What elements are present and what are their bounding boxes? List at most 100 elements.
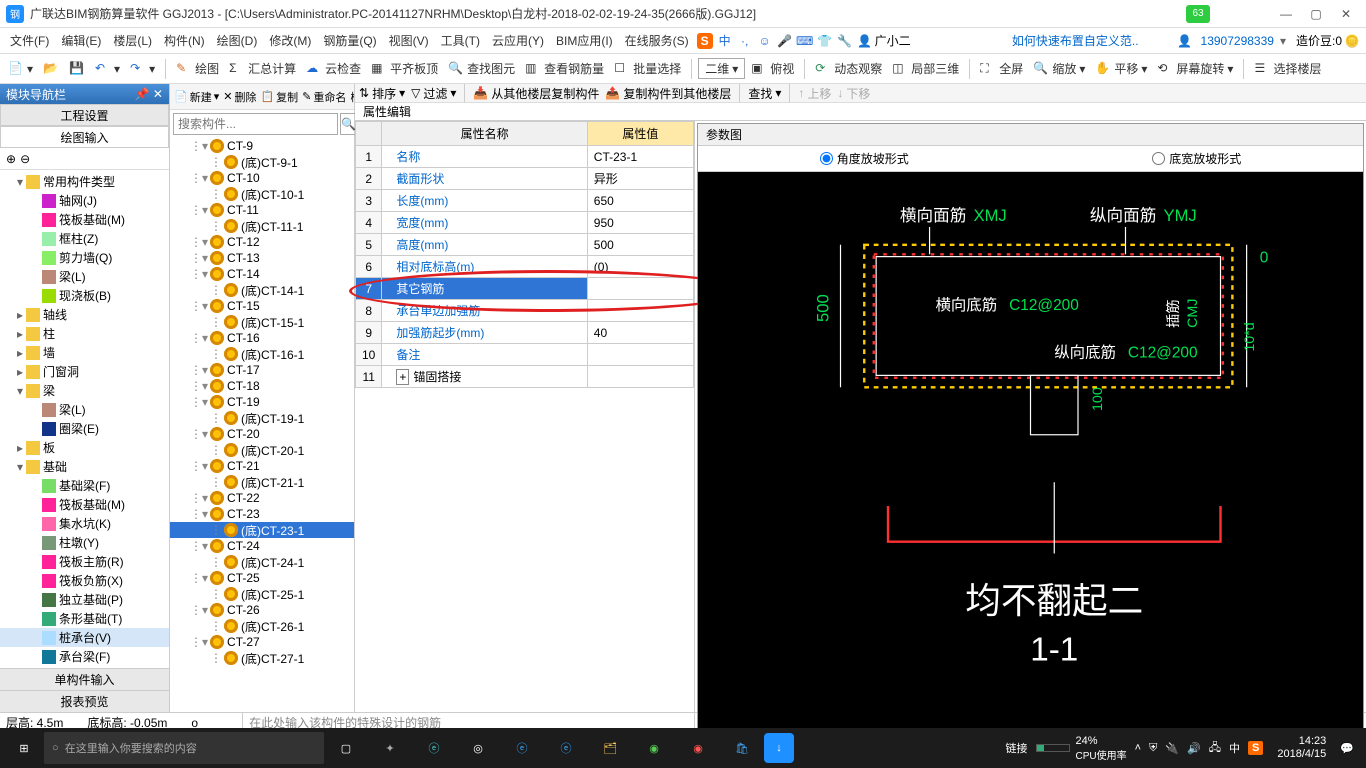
app8-icon[interactable]: ◉ (676, 728, 720, 768)
nav-tree[interactable]: ▾常用构件类型轴网(J)筏板基础(M)框柱(Z)剪力墙(Q)梁(L)现浇板(B)… (0, 170, 169, 668)
component-item[interactable]: ⋮▾ CT-16 (170, 330, 354, 346)
component-item[interactable]: ⋮▾ CT-9 (170, 138, 354, 154)
zoom-button[interactable]: 🔍缩放 ▾ (1029, 58, 1089, 79)
component-item[interactable]: ⋮(底)CT-15-1 (170, 314, 354, 330)
component-item[interactable]: ⋮▾ CT-19 (170, 394, 354, 410)
wrench-icon[interactable]: 🔧 (837, 33, 853, 49)
menu-file[interactable]: 文件(F) (4, 32, 55, 49)
cloud-check-button[interactable]: ☁云检查 (302, 58, 365, 79)
component-item[interactable]: ⋮(底)CT-27-1 (170, 650, 354, 666)
component-item[interactable]: ⋮(底)CT-10-1 (170, 186, 354, 202)
nav-item[interactable]: ▸板 (0, 438, 169, 457)
app7-icon[interactable]: ◉ (632, 728, 676, 768)
close-button[interactable]: ✕ (1332, 4, 1360, 24)
menu-tools[interactable]: 工具(T) (435, 32, 486, 49)
edge-classic-icon[interactable]: ⓔ (412, 728, 456, 768)
menu-modify[interactable]: 修改(M) (263, 32, 317, 49)
nav-item[interactable]: ▸门窗洞 (0, 362, 169, 381)
property-row[interactable]: 1名称CT-23-1 (356, 146, 694, 168)
pin-icon[interactable]: 📌 ✕ (135, 87, 163, 101)
move-up-button[interactable]: ↑上移 (798, 85, 831, 102)
user-icon[interactable]: 👤 (857, 33, 873, 49)
copy-to-button[interactable]: 📤复制构件到其他楼层 (605, 85, 731, 102)
nav-tab-draw[interactable]: 绘图输入 (0, 126, 169, 148)
component-item[interactable]: ⋮▾ CT-20 (170, 426, 354, 442)
component-tree[interactable]: ⋮▾ CT-9⋮(底)CT-9-1⋮▾ CT-10⋮(底)CT-10-1⋮▾ C… (170, 138, 354, 712)
property-row[interactable]: 9加强筋起步(mm)40 (356, 322, 694, 344)
property-row[interactable]: 6相对底标高(m)(0) (356, 256, 694, 278)
view-rebar-button[interactable]: ▥查看钢筋量 (521, 58, 608, 79)
app3-icon[interactable]: ◎ (456, 728, 500, 768)
lang-icon[interactable]: 中 (717, 33, 733, 49)
keyboard-icon[interactable]: ⌨ (797, 33, 813, 49)
component-item[interactable]: ⋮(底)CT-9-1 (170, 154, 354, 170)
cpu-widget[interactable]: 24%CPU使用率 (1036, 735, 1127, 762)
find-button[interactable]: 查找▾ (748, 85, 781, 102)
collapse-icon[interactable]: ⊖ (20, 152, 30, 166)
tray-network-icon[interactable]: 🖧 (1209, 739, 1221, 758)
property-row[interactable]: 4宽度(mm)950 (356, 212, 694, 234)
tray-volume-icon[interactable]: 🔊 (1187, 742, 1201, 755)
new-doc-button[interactable]: 📄▾ (4, 59, 37, 79)
taskbar-search[interactable]: ○ 在这里输入你要搜索的内容 (44, 732, 324, 764)
radio-angle[interactable]: 角度放坡形式 (820, 150, 909, 167)
ie-icon[interactable]: ⓔ (544, 728, 588, 768)
account-icon[interactable]: 👤 (1177, 33, 1193, 49)
redo-button[interactable]: ↷▾ (126, 59, 159, 79)
nav-item[interactable]: 基础梁(F) (0, 476, 169, 495)
menu-online[interactable]: 在线服务(S) (619, 32, 695, 49)
component-item[interactable]: ⋮(底)CT-26-1 (170, 618, 354, 634)
nav-item[interactable]: 框柱(Z) (0, 229, 169, 248)
nav-tab-project[interactable]: 工程设置 (0, 104, 169, 126)
pan-button[interactable]: ✋平移 ▾ (1091, 58, 1151, 79)
nav-item[interactable]: 独立基础(P) (0, 590, 169, 609)
account-number[interactable]: 13907298339 (1195, 34, 1280, 48)
component-item[interactable]: ⋮(底)CT-14-1 (170, 282, 354, 298)
nav-item[interactable]: 剪力墙(Q) (0, 248, 169, 267)
component-item[interactable]: ⋮▾ CT-14 (170, 266, 354, 282)
explorer-icon[interactable]: 🗂 (588, 728, 632, 768)
nav-item[interactable]: ▸柱 (0, 324, 169, 343)
tray-clock[interactable]: 14:232018/4/15 (1271, 735, 1332, 761)
rotate-button[interactable]: ⟲屏幕旋转 ▾ (1153, 58, 1237, 79)
dynamic-view-button[interactable]: ⟳动态观察 (811, 58, 886, 79)
menu-bim[interactable]: BIM应用(I) (550, 32, 619, 49)
shirt-icon[interactable]: 👕 (817, 33, 833, 49)
nav-item[interactable]: 轴网(J) (0, 191, 169, 210)
component-item[interactable]: ⋮▾ CT-17 (170, 362, 354, 378)
tray-power-icon[interactable]: 🔌 (1165, 742, 1179, 755)
2d-select[interactable]: 二维 ▾ (698, 58, 745, 79)
component-item[interactable]: ⋮▾ CT-13 (170, 250, 354, 266)
fullscreen-button[interactable]: ⛶全屏 (976, 58, 1027, 79)
delete-component-button[interactable]: ✕删除 (223, 89, 256, 105)
new-component-button[interactable]: 📄新建▾ (174, 89, 219, 105)
nav-item[interactable]: 梁(L) (0, 267, 169, 286)
nav-item[interactable]: ▸轴线 (0, 305, 169, 324)
component-item[interactable]: ⋮(底)CT-20-1 (170, 442, 354, 458)
mic-icon[interactable]: 🎤 (777, 33, 793, 49)
property-row[interactable]: 8承台单边加强筋 (356, 300, 694, 322)
component-item[interactable]: ⋮▾ CT-26 (170, 602, 354, 618)
help-link[interactable]: 如何快速布置自定义范.. (1006, 32, 1145, 49)
open-button[interactable]: 📂 (39, 59, 63, 79)
draw-button[interactable]: ✎绘图 (172, 58, 223, 79)
copy-from-button[interactable]: 📥从其他楼层复制构件 (473, 85, 599, 102)
nav-item[interactable]: 筏板基础(M) (0, 495, 169, 514)
copy-component-button[interactable]: 📋复制 (260, 89, 298, 105)
component-item[interactable]: ⋮(底)CT-21-1 (170, 474, 354, 490)
nav-item[interactable]: 筏板主筋(R) (0, 552, 169, 571)
sogou-icon[interactable]: S (697, 33, 713, 49)
menu-draw[interactable]: 绘图(D) (211, 32, 264, 49)
batch-select-button[interactable]: ☐批量选择 (610, 58, 685, 79)
start-button[interactable]: ⊞ (4, 728, 44, 768)
undo-button[interactable]: ↶▾ (91, 59, 124, 79)
nav-item[interactable]: ▾常用构件类型 (0, 172, 169, 191)
component-item[interactable]: ⋮▾ CT-27 (170, 634, 354, 650)
local-3d-button[interactable]: ◫局部三维 (888, 58, 963, 79)
sum-button[interactable]: Σ汇总计算 (225, 58, 300, 79)
menu-floor[interactable]: 楼层(L) (107, 32, 158, 49)
component-item[interactable]: ⋮(底)CT-19-1 (170, 410, 354, 426)
nav-item[interactable]: ▾基础 (0, 457, 169, 476)
nav-bottom-report[interactable]: 报表预览 (0, 690, 169, 712)
menu-cloud[interactable]: 云应用(Y) (486, 32, 550, 49)
